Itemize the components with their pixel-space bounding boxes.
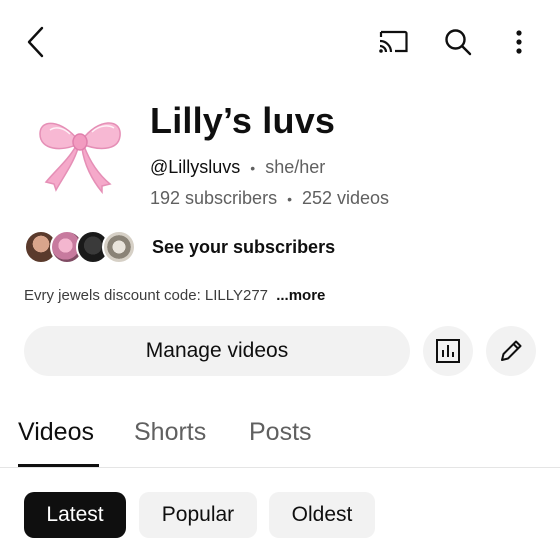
handle-row: @Lillysluvs • she/her	[150, 157, 325, 178]
cast-icon	[379, 30, 408, 53]
search-button[interactable]	[440, 24, 476, 60]
channel-pronouns: she/her	[265, 157, 326, 177]
more-vert-icon	[516, 30, 522, 54]
subscriber-avatars	[24, 230, 136, 264]
chip-oldest[interactable]: Oldest	[269, 492, 375, 538]
analytics-icon	[436, 339, 460, 363]
more-options-button[interactable]	[504, 24, 534, 60]
subscriber-count: 192 subscribers	[150, 188, 278, 208]
separator-dot: •	[250, 159, 256, 176]
description-more-link[interactable]: ...more	[276, 287, 325, 304]
channel-description[interactable]: Evry jewels discount code: LILLY277 ...m…	[24, 287, 325, 304]
see-subscribers-label: See your subscribers	[152, 236, 336, 257]
manage-videos-button[interactable]: Manage videos	[24, 326, 410, 376]
back-button[interactable]	[18, 22, 54, 62]
video-count: 252 videos	[301, 188, 390, 208]
see-subscribers-link[interactable]: See your subscribers	[24, 230, 335, 264]
search-icon	[445, 29, 472, 56]
channel-handle: @Lillysluvs	[150, 157, 241, 177]
tabs-divider	[0, 467, 560, 468]
stats-row: 192 subscribers • 252 videos	[150, 188, 389, 209]
channel-avatar[interactable]	[30, 108, 130, 198]
separator-dot: •	[287, 190, 292, 207]
cast-button[interactable]	[374, 24, 412, 60]
description-text: Evry jewels discount code: LILLY277	[24, 287, 269, 304]
chip-popular[interactable]: Popular	[139, 492, 257, 538]
pink-bow-icon	[39, 122, 121, 195]
edit-button[interactable]	[486, 326, 536, 376]
subscriber-avatar	[102, 230, 136, 264]
tab-posts[interactable]: Posts	[249, 418, 312, 447]
tab-videos[interactable]: Videos	[18, 418, 94, 447]
edit-icon	[501, 340, 522, 361]
channel-title: Lilly’s luvs	[150, 100, 336, 141]
tab-shorts[interactable]: Shorts	[134, 418, 206, 447]
back-icon	[27, 26, 44, 58]
analytics-button[interactable]	[423, 326, 473, 376]
chip-latest[interactable]: Latest	[24, 492, 126, 538]
